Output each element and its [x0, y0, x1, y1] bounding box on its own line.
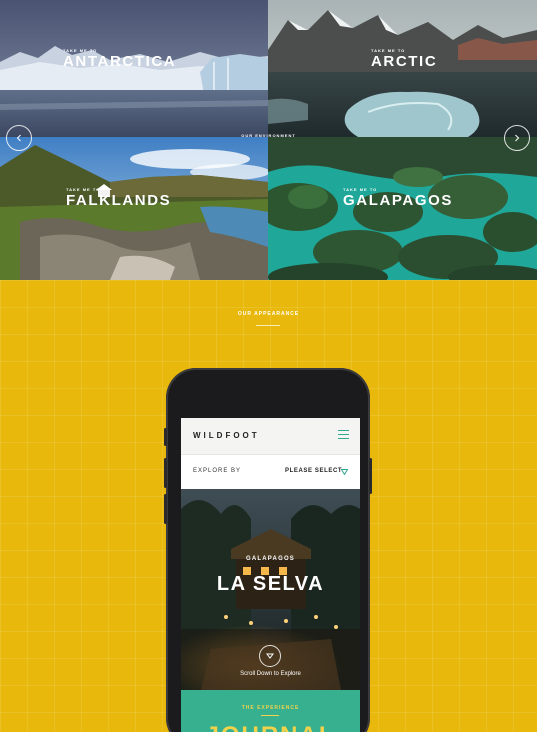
scroll-hint: Scroll Down to Explore [240, 671, 301, 677]
experience-divider [261, 715, 279, 716]
environment-tag: OUR ENVIRONMENT [241, 133, 296, 138]
app-header: WILDFOOT [181, 418, 360, 454]
caret-down-icon[interactable] [341, 469, 348, 475]
prev-arrow-button[interactable] [6, 125, 32, 151]
tile-antarctica[interactable]: TAKE ME TO ANTARCTICA [0, 0, 268, 137]
tile-galapagos[interactable]: TAKE ME TO GALAPAGOS [268, 137, 537, 280]
phone-button [164, 458, 167, 488]
phone-button [164, 428, 167, 446]
experience-title: JOURNAL [181, 722, 360, 732]
chevron-left-icon [16, 134, 21, 142]
scroll-down-button[interactable] [259, 645, 281, 667]
tile-falklands[interactable]: TAKE ME TO FALKLANDS [0, 137, 268, 280]
hero-banner: GALAPAGOS LA SELVA Scroll Down to Explor… [181, 489, 360, 690]
phone-screen: WILDFOOT EXPLORE BY PLEASE SELECT GALAPA… [181, 418, 360, 732]
explore-by-label: EXPLORE BY [193, 468, 242, 474]
tile-name: FALKLANDS [66, 192, 172, 209]
brand-logo[interactable]: WILDFOOT [193, 431, 260, 440]
experience-section: THE EXPERIENCE JOURNAL [181, 690, 360, 732]
chevron-down-icon [266, 653, 274, 659]
hamburger-icon[interactable] [338, 430, 349, 440]
tile-arctic[interactable]: TAKE ME TO ARCTIC [268, 0, 537, 137]
destination-grid: TAKE ME TO ANTARCTICA TAKE ME TO ARCTIC … [0, 0, 537, 280]
chevron-right-icon [515, 134, 520, 142]
experience-kicker: THE EXPERIENCE [241, 705, 300, 711]
hero-kicker: GALAPAGOS [245, 556, 296, 562]
explore-select[interactable]: PLEASE SELECT [285, 468, 342, 474]
tile-name: GALAPAGOS [343, 192, 453, 209]
phone-button [369, 458, 372, 494]
explore-bar: EXPLORE BY PLEASE SELECT [181, 454, 360, 489]
phone-button [164, 494, 167, 524]
section-divider [256, 325, 280, 326]
tile-name: ANTARCTICA [63, 53, 177, 70]
hero-title: LA SELVA [216, 573, 325, 595]
section-title: OUR APPEARANCE [237, 311, 300, 317]
next-arrow-button[interactable] [504, 125, 530, 151]
tile-name: ARCTIC [371, 53, 438, 70]
